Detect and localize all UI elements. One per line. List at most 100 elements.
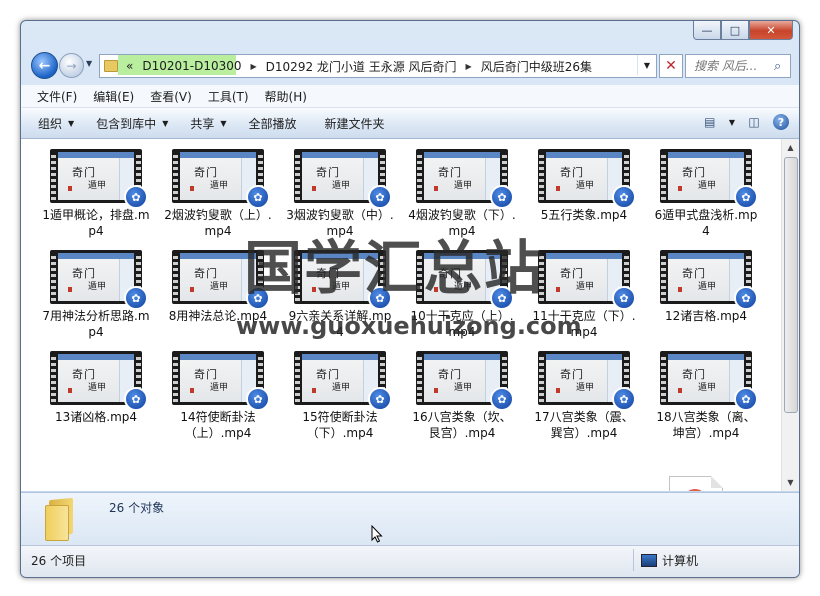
file-item[interactable]: 奇门 遁甲 ✿ 12诸吉格.mp4 — [645, 250, 767, 351]
share-button[interactable]: 共享 ▼ — [190, 115, 226, 132]
file-name[interactable]: 18八宫类象（离、坤宫）.mp4 — [651, 409, 761, 441]
organize-button[interactable]: 组织 ▼ — [38, 115, 74, 132]
vertical-scrollbar[interactable]: ▲ ▼ — [781, 139, 799, 491]
file-item[interactable]: 奇门 遁甲 ✿ 6遁甲式盘浅析.mp4 — [645, 149, 767, 250]
media-player-icon: ✿ — [124, 387, 148, 411]
maximize-button[interactable]: □ — [721, 21, 749, 40]
breadcrumb-item[interactable]: 风后奇门中级班26集 — [481, 58, 592, 75]
file-name[interactable]: 13诸凶格.mp4 — [41, 409, 151, 425]
address-bar[interactable]: « D10201-D10300 ▶ D10292 龙门小道 王永源 风后奇门 ▶… — [99, 54, 657, 78]
chevron-right-icon[interactable]: ▶ — [466, 62, 472, 71]
view-options-icon[interactable]: ▤ — [701, 114, 719, 130]
file-name[interactable]: 1遁甲概论，排盘.mp4 — [41, 207, 151, 239]
location-label: 计算机 — [662, 554, 699, 568]
video-thumbnail[interactable]: 奇门 遁甲 ✿ — [416, 149, 514, 209]
recent-pages-dropdown[interactable]: ▼ — [86, 59, 92, 68]
stop-button[interactable]: ✕ — [659, 54, 683, 78]
arrow-left-icon: ← — [38, 57, 51, 74]
video-thumbnail[interactable]: 奇门 遁甲 ✿ — [294, 149, 392, 209]
video-thumbnail[interactable]: 奇门 遁甲 ✿ — [294, 351, 392, 411]
file-name[interactable]: 16八宫类象（坎、艮宫）.mp4 — [407, 409, 517, 441]
video-thumbnail[interactable]: 奇门 遁甲 ✿ — [172, 149, 270, 209]
search-box[interactable]: ⌕ — [685, 54, 791, 78]
folder-icon — [104, 60, 118, 72]
media-player-icon: ✿ — [246, 387, 270, 411]
menu-edit[interactable]: 编辑(E) — [93, 88, 134, 105]
media-player-icon: ✿ — [734, 185, 758, 209]
breadcrumb-item[interactable]: D10201-D10300 — [142, 59, 241, 73]
media-player-icon: ✿ — [246, 185, 270, 209]
file-item[interactable]: 奇门 遁甲 ✿ 16八宫类象（坎、艮宫）.mp4 — [401, 351, 523, 452]
new-folder-button[interactable]: 新建文件夹 — [325, 115, 385, 132]
scroll-down-icon[interactable]: ▼ — [782, 474, 799, 491]
video-thumbnail[interactable]: 奇门 遁甲 ✿ — [660, 351, 758, 411]
video-file-icon[interactable]: ✿ — [669, 476, 723, 491]
video-thumbnail[interactable]: 奇门 遁甲 ✿ — [660, 250, 758, 310]
breadcrumb-overflow[interactable]: « — [126, 59, 133, 73]
video-thumbnail[interactable]: 奇门 遁甲 ✿ — [538, 351, 636, 411]
object-count: 26 个对象 — [109, 501, 165, 515]
back-button[interactable]: ← — [31, 52, 58, 79]
file-name[interactable]: 15符使断卦法（下）.mp4 — [285, 409, 395, 441]
video-thumbnail[interactable]: 奇门 遁甲 ✿ — [50, 149, 148, 209]
chevron-down-icon[interactable]: ▼ — [729, 118, 735, 127]
file-name[interactable]: 17八宫类象（震、巽宫）.mp4 — [529, 409, 639, 441]
help-icon[interactable]: ? — [773, 114, 789, 130]
watermark-url: www.guoxuehuizong.com — [236, 312, 582, 340]
file-item[interactable]: 奇门 遁甲 ✿ 7用神法分析思路.mp4 — [35, 250, 157, 351]
file-item[interactable]: 奇门 遁甲 ✿ 17八宫类象（震、巽宫）.mp4 — [523, 351, 645, 452]
minimize-button[interactable]: — — [693, 21, 721, 40]
play-all-button[interactable]: 全部播放 — [249, 115, 297, 132]
chevron-right-icon[interactable]: ▶ — [251, 62, 257, 71]
video-thumbnail[interactable]: 奇门 遁甲 ✿ — [50, 250, 148, 310]
video-thumbnail[interactable]: 奇门 遁甲 ✿ — [538, 149, 636, 209]
status-bar: 26 个项目 计算机 — [21, 545, 799, 577]
menu-view[interactable]: 查看(V) — [150, 88, 192, 105]
include-library-button[interactable]: 包含到库中 ▼ — [96, 115, 168, 132]
forward-button[interactable]: → — [59, 53, 84, 78]
scroll-up-icon[interactable]: ▲ — [782, 139, 799, 156]
video-thumbnail[interactable]: 奇门 遁甲 ✿ — [538, 250, 636, 310]
media-player-icon: ✿ — [612, 185, 636, 209]
media-player-icon: ✿ — [368, 387, 392, 411]
thumbnail-text: 遁甲 — [332, 181, 351, 191]
menu-tools[interactable]: 工具(T) — [208, 88, 249, 105]
media-player-icon: ✿ — [612, 387, 636, 411]
organize-label: 组织 — [38, 116, 63, 131]
video-thumbnail[interactable]: 奇门 遁甲 ✿ — [416, 351, 514, 411]
thumbnail-text: 遁甲 — [88, 383, 107, 393]
file-item[interactable]: 奇门 遁甲 ✿ 15符使断卦法（下）.mp4 — [279, 351, 401, 452]
preview-pane-icon[interactable]: ◫ — [745, 114, 763, 130]
file-item[interactable]: 奇门 遁甲 ✿ 14符使断卦法（上）.mp4 — [157, 351, 279, 452]
file-item[interactable]: 奇门 遁甲 ✿ 18八宫类象（离、坤宫）.mp4 — [645, 351, 767, 452]
thumbnail-text: 遁甲 — [698, 383, 717, 393]
details-pane: 26 个对象 — [21, 492, 799, 545]
media-player-icon: ✿ — [368, 185, 392, 209]
scroll-thumb[interactable] — [784, 157, 798, 413]
search-icon[interactable]: ⌕ — [774, 59, 781, 74]
file-name[interactable]: 6遁甲式盘浅析.mp4 — [651, 207, 761, 239]
chevron-down-icon: ▼ — [162, 118, 169, 128]
close-button[interactable]: ✕ — [749, 21, 793, 40]
menu-file[interactable]: 文件(F) — [37, 88, 77, 105]
video-thumbnail[interactable]: 奇门 遁甲 ✿ — [660, 149, 758, 209]
file-name[interactable]: 7用神法分析思路.mp4 — [41, 308, 151, 340]
file-item[interactable]: 奇门 遁甲 ✿ 1遁甲概论，排盘.mp4 — [35, 149, 157, 250]
status-divider — [633, 549, 634, 571]
thumbnail-text: 遁甲 — [698, 181, 717, 191]
media-player-icon: ✿ — [490, 387, 514, 411]
menu-help[interactable]: 帮助(H) — [265, 88, 307, 105]
menu-bar: 文件(F) 编辑(E) 查看(V) 工具(T) 帮助(H) — [21, 85, 799, 108]
video-thumbnail[interactable]: 奇门 遁甲 ✿ — [172, 351, 270, 411]
thumbnail-text: 遁甲 — [210, 181, 229, 191]
toolbar-right: ▤ ▼ ◫ ? — [701, 114, 789, 130]
file-name[interactable]: 14符使断卦法（上）.mp4 — [163, 409, 273, 441]
file-item[interactable]: 奇门 遁甲 ✿ 13诸凶格.mp4 — [35, 351, 157, 452]
address-dropdown[interactable]: ▼ — [637, 55, 656, 75]
file-name[interactable]: 12诸吉格.mp4 — [651, 308, 761, 324]
film-reel-icon: ✿ — [683, 489, 707, 491]
breadcrumb-item[interactable]: D10292 龙门小道 王永源 风后奇门 — [266, 58, 457, 75]
video-thumbnail[interactable]: 奇门 遁甲 ✿ — [50, 351, 148, 411]
file-name[interactable]: 5五行类象.mp4 — [529, 207, 639, 223]
search-input[interactable] — [692, 58, 774, 74]
